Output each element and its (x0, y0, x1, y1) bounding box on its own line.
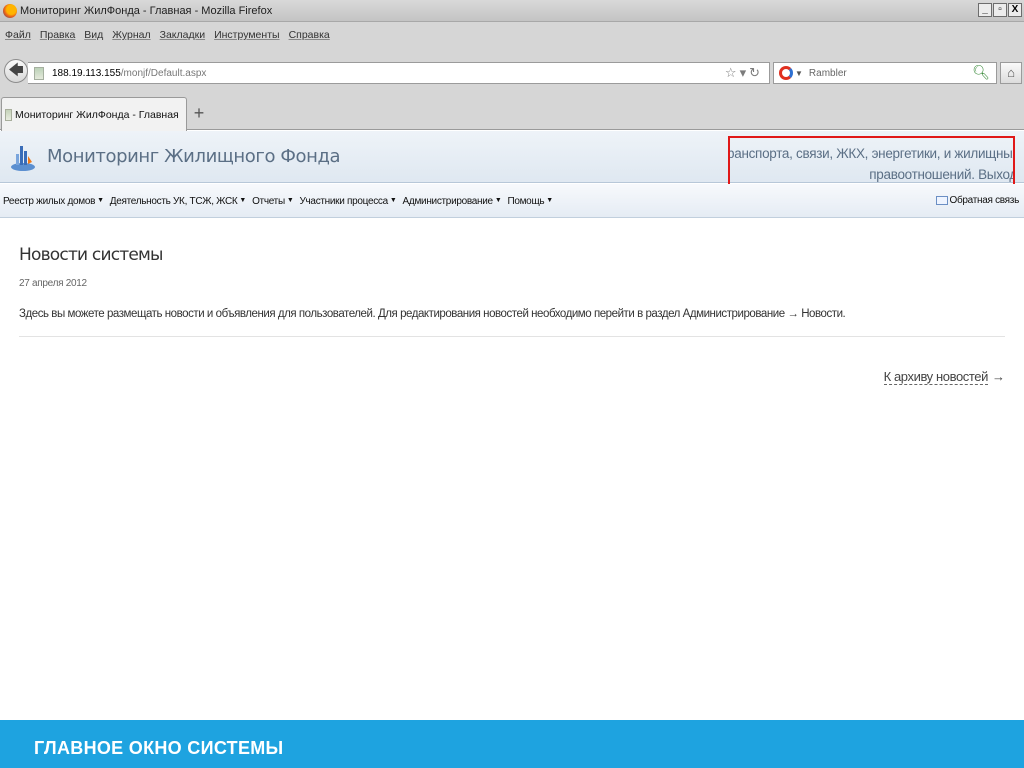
search-magnifier-icon[interactable]: 🔍︎ (972, 64, 990, 81)
nav-reports[interactable]: Отчеты ▼ (252, 196, 294, 207)
mail-icon (935, 196, 948, 205)
nav-housing-registry[interactable]: Реестр жилых домов ▼ (3, 196, 104, 207)
user-department-continued: правоотношений. Выход (869, 167, 1015, 182)
tab-label: Мониторинг ЖилФонда - Главная (15, 108, 179, 121)
arrow-right-icon: → (992, 369, 1005, 384)
close-button[interactable]: X (1008, 3, 1022, 17)
browser-menu-bar: Файл Правка Вид Журнал Закладки Инструме… (0, 22, 1024, 54)
menu-bookmarks[interactable]: Закладки (160, 29, 205, 41)
app-nav-menu: Реестр жилых домов ▼ Деятельность УК, ТСЖ… (3, 196, 559, 207)
back-button[interactable]: 🡄 (4, 59, 28, 83)
menu-view[interactable]: Вид (84, 29, 103, 41)
app-nav: Реестр жилых домов ▼ Деятельность УК, ТСЖ… (0, 184, 1024, 218)
back-arrow-icon: 🡄 (8, 62, 24, 79)
window-title: Мониторинг ЖилФонда - Главная - Mozilla … (20, 4, 273, 17)
caret-down-icon: ▼ (546, 197, 553, 204)
user-department-cont: правоотношений (869, 167, 972, 182)
nav-administration[interactable]: Администрирование ▼ (403, 196, 502, 207)
nav-label: Деятельность УК, ТСЖ, ЖСК (109, 196, 238, 207)
user-info-highlight: Отдел транспорта, связи, ЖКХ, энергетики… (728, 136, 1015, 188)
caption-text: ГЛАВНОЕ ОКНО СИСТЕМЫ (34, 738, 284, 758)
menu-help[interactable]: Справка (289, 29, 330, 41)
nav-label: Помощь (507, 196, 545, 207)
feedback-link[interactable]: Обратная связь (935, 195, 1020, 206)
feedback-label: Обратная связь (949, 195, 1020, 206)
url-path: /monjf/Default.aspx (120, 67, 207, 79)
window-controls: _ ▫ X (978, 3, 1022, 17)
caret-down-icon: ▼ (239, 197, 247, 204)
site-identity-icon[interactable] (34, 66, 44, 80)
menu-tools[interactable]: Инструменты (214, 29, 279, 41)
url-bar-tools: ☆▾↻ (725, 65, 763, 81)
nav-label: Участники процесса (299, 196, 388, 207)
window-title-bar: Мониторинг ЖилФонда - Главная - Mozilla … (0, 0, 1024, 22)
caret-down-icon: ▼ (97, 197, 104, 204)
caret-down-icon: ▼ (494, 197, 502, 204)
menu-history[interactable]: Журнал (112, 29, 150, 41)
nav-help[interactable]: Помощь ▼ (507, 196, 553, 207)
divider (19, 336, 1005, 337)
news-archive-link[interactable]: К архиву новостей (883, 369, 988, 385)
nav-label: Администрирование (402, 196, 494, 207)
app-title: Мониторинг Жилищного Фонда (47, 146, 341, 167)
news-heading: Новости системы (19, 245, 163, 265)
home-button[interactable]: ⌂ (1000, 62, 1022, 84)
reload-icon[interactable]: ↻ (749, 65, 763, 80)
search-bar[interactable]: ▼ Rambler 🔍︎ (773, 62, 997, 84)
app-header: Мониторинг Жилищного Фонда Отдел транспо… (0, 131, 1024, 188)
rambler-engine-icon[interactable] (779, 66, 793, 80)
history-dropdown-icon[interactable]: ▾ (740, 65, 750, 80)
menu-edit[interactable]: Правка (40, 29, 75, 41)
search-engine-name: Rambler (808, 67, 847, 79)
bookmark-star-icon[interactable]: ☆ (725, 65, 740, 80)
firefox-logo-icon (3, 3, 17, 18)
home-icon: ⌂ (1007, 65, 1015, 80)
nav-management-activity[interactable]: Деятельность УК, ТСЖ, ЖСК ▼ (109, 196, 247, 207)
nav-participants[interactable]: Участники процесса ▼ (299, 196, 396, 207)
caret-down-icon: ▼ (286, 197, 294, 204)
news-text: Здесь вы можете размещать новости и объя… (19, 308, 846, 320)
minimize-button[interactable]: _ (978, 3, 992, 17)
tab-main[interactable]: Мониторинг ЖилФонда - Главная (1, 97, 187, 131)
app-logo-icon (11, 146, 35, 171)
new-tab-button[interactable]: + (188, 102, 210, 126)
news-date: 27 апреля 2012 (19, 278, 87, 289)
nav-label: Отчеты (252, 196, 285, 207)
browser-nav-bar: 🡄 188.19.113.155/monjf/Default.aspx ☆▾↻ … (0, 54, 1024, 92)
browser-tab-bar: Мониторинг ЖилФонда - Главная + (0, 92, 1024, 131)
maximize-button[interactable]: ▫ (993, 3, 1007, 17)
nav-label: Реестр жилых домов (3, 196, 96, 207)
user-department: Отдел транспорта, связи, ЖКХ, энергетики… (728, 146, 1015, 161)
caret-down-icon: ▼ (389, 197, 397, 204)
menu-file[interactable]: Файл (5, 29, 31, 41)
address-bar[interactable]: 188.19.113.155/monjf/Default.aspx ☆▾↻ (28, 62, 770, 84)
caption-bar: ГЛАВНОЕ ОКНО СИСТЕМЫ (0, 720, 1024, 768)
logout-link[interactable]: Выход (978, 167, 1013, 182)
tab-favicon-icon (5, 108, 12, 121)
engine-dropdown-icon[interactable]: ▼ (795, 69, 803, 78)
url-host: 188.19.113.155 (52, 67, 121, 79)
